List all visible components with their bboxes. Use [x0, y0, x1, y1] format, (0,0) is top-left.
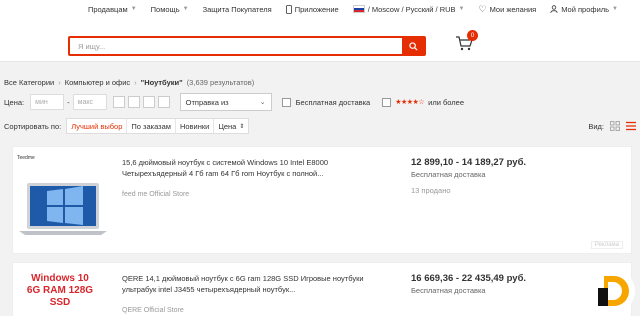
cart-count-badge: 0	[467, 30, 478, 41]
product-title[interactable]: QERE 14,1 дюймовый ноутбук с 6G ram 128G…	[122, 273, 370, 295]
breadcrumb-category[interactable]: Компьютер и офис	[65, 78, 130, 87]
brand-logo-icon	[591, 269, 635, 313]
shipping-info: Бесплатная доставка	[411, 286, 486, 295]
chevron-right-icon: ›	[58, 78, 61, 87]
product-price: 12 899,10 - 14 189,27 руб.	[411, 157, 527, 168]
ad-tag: Реклама	[590, 241, 623, 249]
search-input[interactable]	[70, 38, 400, 54]
store-link[interactable]: QERE Official Store	[122, 307, 184, 314]
filter-box[interactable]	[142, 96, 155, 108]
price-max-input[interactable]: макс	[72, 94, 107, 110]
breadcrumb-query: "Ноутбуки"	[140, 78, 183, 87]
header	[0, 18, 640, 62]
sellers-link[interactable]: Продавцам ▼	[88, 5, 137, 14]
sort-row: Сортировать по: Лучший выбор По заказам …	[4, 118, 636, 134]
ship-filter-boxes	[112, 96, 170, 108]
price-label: Цена:	[4, 97, 25, 107]
sort-best-match[interactable]: Лучший выбор	[67, 119, 128, 133]
chevron-right-icon: ›	[134, 78, 137, 87]
buyer-protection-link[interactable]: Защита Покупателя	[203, 5, 272, 14]
sort-arrows-icon: ⇕	[239, 123, 245, 130]
chevron-down-icon: ⌄	[259, 99, 266, 106]
view-controls: Вид:	[588, 121, 636, 131]
app-link[interactable]: Приложение	[285, 4, 339, 14]
results-count: (3,639 результатов)	[186, 78, 255, 87]
chevron-down-icon: ▼	[612, 6, 618, 12]
sort-options: Лучший выбор По заказам Новинки Цена ⇕	[66, 118, 250, 134]
sort-newest[interactable]: Новинки	[176, 119, 215, 133]
product-image[interactable]: Windows 10 6G RAM 128G SSD	[17, 263, 109, 316]
breadcrumb: Все Категории › Компьютер и офис › "Ноут…	[4, 78, 254, 87]
filter-row: Цена: мин - макс Отправка из ⌄ Бесплатна…	[4, 93, 464, 111]
filter-box[interactable]	[127, 96, 140, 108]
cart-button[interactable]: 0	[455, 30, 478, 53]
wishlist-link[interactable]: ♡ Мои желания	[478, 4, 536, 15]
view-label: Вид:	[588, 121, 604, 131]
sold-count: 13 продано	[411, 186, 451, 195]
brand-tag: Teedme	[17, 155, 35, 161]
search-icon	[408, 41, 418, 51]
free-shipping-checkbox[interactable]	[281, 97, 291, 107]
filter-box[interactable]	[157, 96, 170, 108]
rating-checkbox[interactable]	[382, 97, 392, 107]
price-dash: -	[67, 97, 70, 107]
ship-from-select[interactable]: Отправка из ⌄	[179, 93, 272, 111]
price-min-input[interactable]: мин	[30, 94, 65, 110]
list-view-icon[interactable]	[626, 121, 636, 131]
shipping-info: Бесплатная доставка	[411, 170, 486, 179]
sort-price[interactable]: Цена ⇕	[214, 119, 248, 133]
product-card[interactable]: Teedme 15,6 дюймовый ноутбук с системой …	[12, 146, 632, 254]
user-icon	[550, 5, 558, 13]
store-link[interactable]: feed me Official Store	[122, 191, 189, 198]
product-image[interactable]: Teedme	[17, 155, 109, 247]
heart-icon: ♡	[478, 3, 487, 14]
phone-icon	[285, 4, 292, 14]
profile-link[interactable]: Мой профиль ▼	[550, 5, 618, 14]
russia-flag-icon	[352, 5, 365, 13]
filter-box[interactable]	[112, 96, 125, 108]
rating-suffix: или более	[428, 97, 464, 107]
breadcrumb-root[interactable]: Все Категории	[4, 78, 54, 87]
product-card[interactable]: Windows 10 6G RAM 128G SSD QERE 14,1 дюй…	[12, 262, 632, 316]
grid-view-icon[interactable]	[610, 121, 620, 131]
free-shipping-label: Бесплатная доставка	[295, 97, 371, 107]
rating-stars: ★★★★☆	[395, 99, 425, 106]
region-selector[interactable]: / Moscow / Русский / RUB ▼	[352, 5, 465, 14]
top-nav: Продавцам ▼ Помощь ▼ Защита Покупателя При…	[0, 0, 640, 18]
chevron-down-icon: ▼	[130, 6, 137, 12]
chevron-down-icon: ▼	[458, 6, 465, 12]
product-price: 16 669,36 - 22 435,49 руб.	[411, 273, 527, 284]
chevron-down-icon: ▼	[182, 6, 189, 12]
search-bar	[68, 36, 426, 56]
promo-text: Windows 10 6G RAM 128G SSD	[26, 273, 94, 308]
sort-label: Сортировать по:	[4, 121, 62, 131]
help-link[interactable]: Помощь ▼	[151, 5, 189, 14]
sort-by-orders[interactable]: По заказам	[127, 119, 176, 133]
product-title[interactable]: 15,6 дюймовый ноутбук с системой Windows…	[122, 157, 370, 179]
search-button[interactable]	[402, 38, 424, 54]
laptop-image	[19, 183, 107, 235]
